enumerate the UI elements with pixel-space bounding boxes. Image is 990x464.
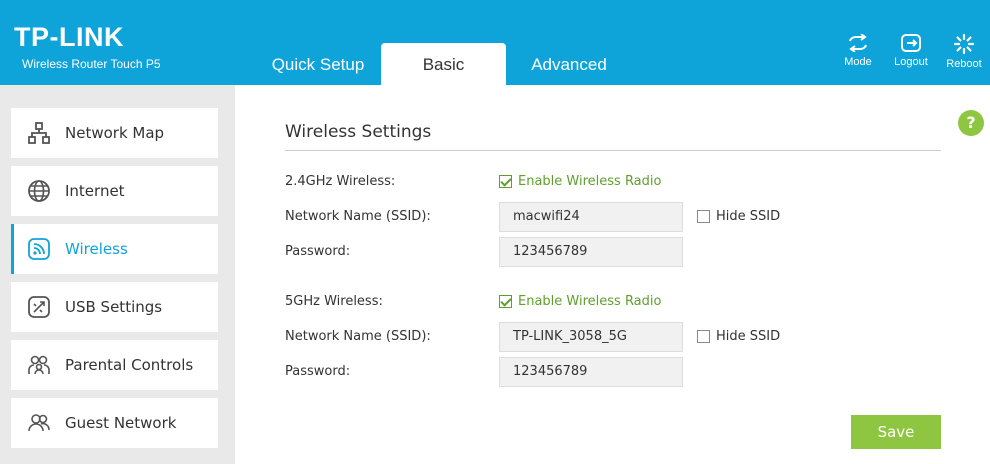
tab-quick-setup[interactable]: Quick Setup xyxy=(255,43,381,85)
logout-label: Logout xyxy=(894,56,928,68)
usb-icon xyxy=(28,296,50,318)
model-name: Wireless Router Touch P5 xyxy=(22,57,161,71)
logout-button[interactable]: Logout xyxy=(885,34,937,68)
sidebar-item-label: Internet xyxy=(65,182,125,200)
sidebar-item-internet[interactable]: Internet xyxy=(11,166,218,216)
guest-icon xyxy=(28,414,50,432)
band24-label: 2.4GHz Wireless: xyxy=(285,174,396,189)
band24-password-input[interactable]: 123456789 xyxy=(499,237,683,267)
mode-button[interactable]: Mode xyxy=(832,34,884,68)
logout-icon xyxy=(901,34,921,52)
save-button[interactable]: Save xyxy=(851,415,941,449)
sidebar-item-wireless[interactable]: Wireless xyxy=(11,224,218,274)
wireless-icon xyxy=(28,238,50,260)
band5-password-input[interactable]: 123456789 xyxy=(499,357,683,387)
tab-basic[interactable]: Basic xyxy=(381,43,506,85)
band24-enable-label: Enable Wireless Radio xyxy=(518,174,662,189)
mode-label: Mode xyxy=(844,56,872,68)
sidebar-item-guest-network[interactable]: Guest Network xyxy=(11,398,218,448)
sidebar-item-label: Network Map xyxy=(65,124,165,142)
tab-advanced[interactable]: Advanced xyxy=(506,43,632,85)
page-title: Wireless Settings xyxy=(285,122,432,142)
band5-enable-checkbox[interactable]: Enable Wireless Radio xyxy=(499,294,661,309)
band24-ssid-label: Network Name (SSID): xyxy=(285,209,431,224)
sidebar-item-label: Parental Controls xyxy=(65,356,194,374)
band24-ssid-input[interactable]: macwifi24 xyxy=(499,202,683,232)
mode-icon xyxy=(849,34,867,52)
reboot-label: Reboot xyxy=(946,58,982,70)
band24-hide-ssid-label: Hide SSID xyxy=(716,209,781,224)
globe-icon xyxy=(28,180,50,202)
help-icon[interactable]: ? xyxy=(958,110,984,136)
band24-hide-ssid-checkbox[interactable]: Hide SSID xyxy=(697,209,780,224)
band5-enable-label: Enable Wireless Radio xyxy=(518,294,662,309)
sidebar-item-network-map[interactable]: Network Map xyxy=(11,108,218,158)
checkbox-icon xyxy=(697,210,710,223)
brand-logo: TP-LINK xyxy=(14,22,124,52)
reboot-icon xyxy=(954,34,974,54)
band5-password-label: Password: xyxy=(285,364,351,379)
sidebar-item-label: USB Settings xyxy=(65,298,163,316)
band5-label: 5GHz Wireless: xyxy=(285,294,383,309)
band24-password-label: Password: xyxy=(285,244,351,259)
band5-ssid-label: Network Name (SSID): xyxy=(285,329,431,344)
sidebar-item-label: Wireless xyxy=(65,240,128,258)
title-divider xyxy=(285,150,941,151)
checkbox-checked-icon xyxy=(499,175,512,188)
band5-ssid-input[interactable]: TP-LINK_3058_5G xyxy=(499,322,683,352)
parental-icon xyxy=(28,355,50,375)
band24-enable-checkbox[interactable]: Enable Wireless Radio xyxy=(499,174,661,189)
network-map-icon xyxy=(28,122,50,144)
checkbox-icon xyxy=(697,330,710,343)
sidebar-item-usb-settings[interactable]: USB Settings xyxy=(11,282,218,332)
sidebar-item-parental-controls[interactable]: Parental Controls xyxy=(11,340,218,390)
sidebar-item-label: Guest Network xyxy=(65,414,177,432)
band5-hide-ssid-label: Hide SSID xyxy=(716,329,781,344)
reboot-button[interactable]: Reboot xyxy=(938,34,990,70)
sidebar: Network Map Internet Wireless USB Settin… xyxy=(0,85,235,464)
checkbox-checked-icon xyxy=(499,295,512,308)
band5-hide-ssid-checkbox[interactable]: Hide SSID xyxy=(697,329,780,344)
top-header: TP-LINK Wireless Router Touch P5 Quick S… xyxy=(0,0,990,85)
